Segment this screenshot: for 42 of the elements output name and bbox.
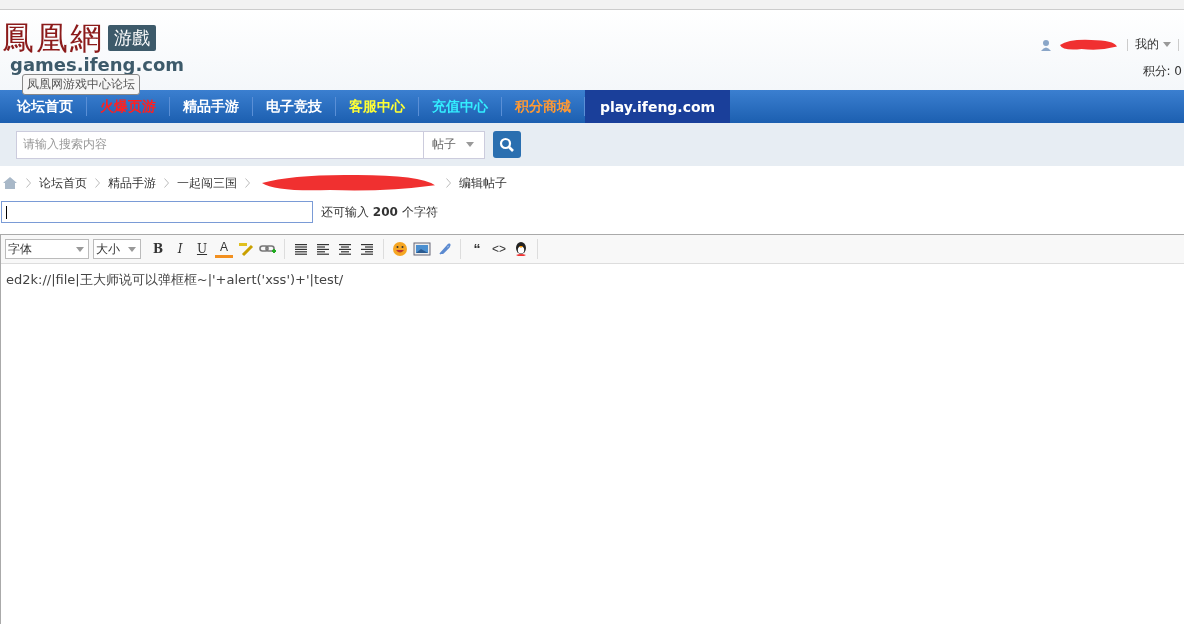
breadcrumb-link[interactable]: 一起闯三国 [177,174,237,192]
italic-button[interactable]: I [171,240,189,258]
search-button[interactable] [493,131,521,158]
chevron-icon [245,178,250,188]
align-center-icon[interactable] [336,241,354,257]
chevron-icon [446,178,451,188]
chevron-icon [164,178,169,188]
font-dropdown[interactable]: 字体 [5,239,89,259]
breadcrumb-link[interactable]: 编辑帖子 [459,174,507,192]
bold-button[interactable]: B [149,240,167,258]
search-scope-dropdown[interactable]: 帖子 [424,130,485,159]
chevron-icon [95,178,100,188]
breadcrumb-link[interactable]: 精品手游 [108,174,156,192]
points-label: 积分: 0 [1141,63,1182,80]
chevron-icon [26,178,31,188]
nav-tab[interactable]: 电子竞技 [253,90,335,123]
text-color-button[interactable]: A [215,240,233,258]
title-input-field[interactable] [1,201,313,223]
code-button[interactable]: <> [490,240,508,258]
nav-tab[interactable]: 精品手游 [170,90,252,123]
logo-domain: games.ifeng.com [10,56,186,74]
tooltip: 凤凰网游戏中心论坛 [22,74,140,95]
nav-tab[interactable]: 充值中心 [419,90,501,123]
my-menu[interactable]: 我的 [1135,36,1159,53]
image-icon[interactable] [413,241,431,257]
align-justify-icon[interactable] [292,241,310,257]
breadcrumb-link[interactable]: 论坛首页 [39,174,87,192]
logo-badge: 游戲 [108,25,156,51]
align-right-icon[interactable] [358,241,376,257]
user-icon [1040,38,1052,51]
char-limit-hint: 还可输入 200 个字符 [321,203,438,221]
smiley-icon[interactable] [391,241,409,257]
align-left-icon[interactable] [314,241,332,257]
quote-button[interactable]: “ [468,240,486,258]
size-dropdown[interactable]: 大小 [93,239,141,259]
spellcheck-icon[interactable] [237,241,255,257]
logo-text: 鳳凰網 [2,20,104,56]
search-icon [499,136,515,153]
nav-tab[interactable]: play.ifeng.com [585,90,731,123]
underline-button[interactable]: U [193,240,211,258]
editor-text[interactable]: ed2k://|file|王大师说可以弹框框~|'+alert('xss')+'|test/ [1,264,1184,296]
nav-tab[interactable]: 客服中心 [336,90,418,123]
